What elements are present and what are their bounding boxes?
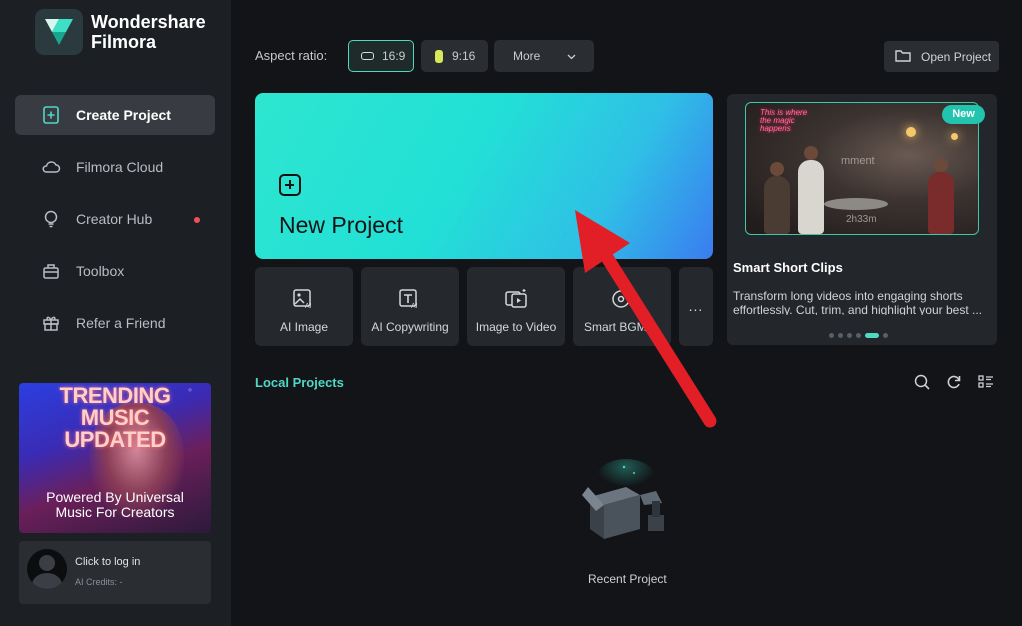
sidebar-item-creator-hub[interactable]: Creator Hub	[15, 199, 215, 239]
sidebar: Wondershare Filmora Create Project Filmo…	[0, 0, 231, 626]
feature-description: Transform long videos into engaging shor…	[733, 289, 982, 315]
sidebar-item-label: Create Project	[76, 107, 171, 123]
new-project-label: New Project	[279, 212, 403, 238]
carousel-dot[interactable]	[847, 333, 852, 338]
tool-ai-image[interactable]: AI AI Image	[255, 267, 353, 346]
thumb-watermark: mment	[841, 155, 875, 167]
filmora-logo-icon	[35, 9, 83, 55]
carousel-dot-active[interactable]	[865, 333, 879, 338]
promo-banner[interactable]: ◎ TRENDING MUSIC UPDATED Powered By Univ…	[19, 383, 211, 533]
sidebar-item-label: Creator Hub	[76, 211, 153, 227]
tool-label: Smart BGM ...	[583, 320, 660, 334]
notification-dot	[194, 217, 200, 223]
promo-headline: TRENDING MUSIC UPDATED	[59, 383, 171, 452]
lamp-light	[951, 133, 958, 140]
local-projects-title: Local Projects	[255, 375, 344, 390]
podcast-person	[798, 146, 824, 234]
aspect-ratio-label: Aspect ratio:	[255, 48, 328, 63]
sidebar-item-label: Filmora Cloud	[76, 159, 164, 175]
svg-text:AI: AI	[305, 303, 312, 310]
avatar	[27, 549, 67, 589]
carousel-dot[interactable]	[883, 333, 888, 338]
toolbox-icon	[41, 261, 61, 281]
folder-icon	[895, 49, 911, 65]
app-logo: Wondershare Filmora	[35, 9, 206, 55]
login-prompt: Click to log in	[75, 556, 141, 568]
sidebar-nav: Create Project Filmora Cloud Creator Hub…	[15, 95, 215, 355]
carousel-dot[interactable]	[856, 333, 861, 338]
ai-credits: AI Credits: -	[75, 577, 123, 587]
thumb-duration: 2h33m	[846, 214, 877, 225]
ai-text-icon: AI	[399, 289, 418, 310]
portrait-icon	[435, 49, 443, 63]
carousel-dot[interactable]	[829, 333, 834, 338]
local-projects-toolbar	[913, 373, 1009, 391]
plus-icon	[279, 174, 301, 196]
refresh-icon[interactable]	[945, 373, 963, 391]
podcast-person	[764, 162, 790, 234]
open-project-label: Open Project	[921, 49, 992, 64]
carousel-dots[interactable]	[829, 333, 892, 338]
aspect-16-9-label: 16:9	[382, 49, 406, 63]
chevron-down-icon	[567, 49, 576, 63]
lamp-light	[906, 127, 916, 137]
sidebar-item-filmora-cloud[interactable]: Filmora Cloud	[15, 147, 215, 187]
new-project-card[interactable]: New Project	[255, 93, 713, 259]
empty-box-icon	[582, 459, 664, 539]
brand-line1: Wondershare	[91, 12, 206, 32]
sidebar-item-label: Refer a Friend	[76, 315, 166, 331]
thumb-neon-sign: This is where the magic happens	[760, 108, 808, 133]
sidebar-item-label: Toolbox	[76, 263, 125, 279]
aspect-16-9-button[interactable]: 16:9	[348, 40, 414, 72]
feature-title: Smart Short Clips	[733, 260, 843, 275]
aspect-9-16-label: 9:16	[452, 49, 476, 63]
tools-more-button[interactable]: ...	[679, 267, 713, 346]
sidebar-item-refer-a-friend[interactable]: Refer a Friend	[15, 303, 215, 343]
tool-ai-copywriting[interactable]: AI AI Copywriting	[361, 267, 459, 346]
brand-line2: Filmora	[91, 32, 157, 52]
aspect-9-16-button[interactable]: 9:16	[421, 40, 488, 72]
landscape-icon	[361, 52, 374, 60]
tool-label: Image to Video	[475, 320, 557, 334]
tool-label: AI Image	[279, 320, 329, 334]
feature-thumbnail: This is where the magic happens mment 2h…	[745, 102, 979, 235]
coffee-table	[824, 198, 888, 210]
more-label: More	[513, 49, 541, 63]
svg-text:AI: AI	[411, 303, 418, 310]
bulb-icon	[41, 209, 61, 229]
music-disc-icon	[612, 290, 630, 308]
login-card[interactable]: Click to log in AI Credits: -	[19, 541, 211, 604]
image-video-icon	[505, 289, 527, 308]
gift-icon	[41, 313, 61, 333]
tool-smart-bgm[interactable]: Smart BGM ...	[573, 267, 671, 346]
tool-image-to-video[interactable]: Image to Video	[467, 267, 565, 346]
list-view-icon[interactable]	[977, 373, 995, 391]
new-badge: New	[942, 105, 985, 124]
empty-recent-project-label: Recent Project	[588, 572, 667, 586]
feature-card[interactable]: This is where the magic happens mment 2h…	[727, 94, 997, 345]
podcast-person	[928, 158, 954, 234]
open-project-button[interactable]: Open Project	[884, 41, 999, 72]
tool-label: AI Copywriting	[371, 320, 449, 334]
carousel-dot[interactable]	[838, 333, 843, 338]
cloud-icon	[41, 157, 61, 177]
plus-square-icon	[41, 105, 61, 125]
sidebar-item-toolbox[interactable]: Toolbox	[15, 251, 215, 291]
sidebar-item-create-project[interactable]: Create Project	[15, 95, 215, 135]
promo-subline: Powered By Universal Music For Creators	[46, 489, 184, 520]
search-icon[interactable]	[913, 373, 931, 391]
more-ratio-dropdown[interactable]: More	[494, 40, 594, 72]
ai-image-icon: AI	[293, 289, 312, 310]
